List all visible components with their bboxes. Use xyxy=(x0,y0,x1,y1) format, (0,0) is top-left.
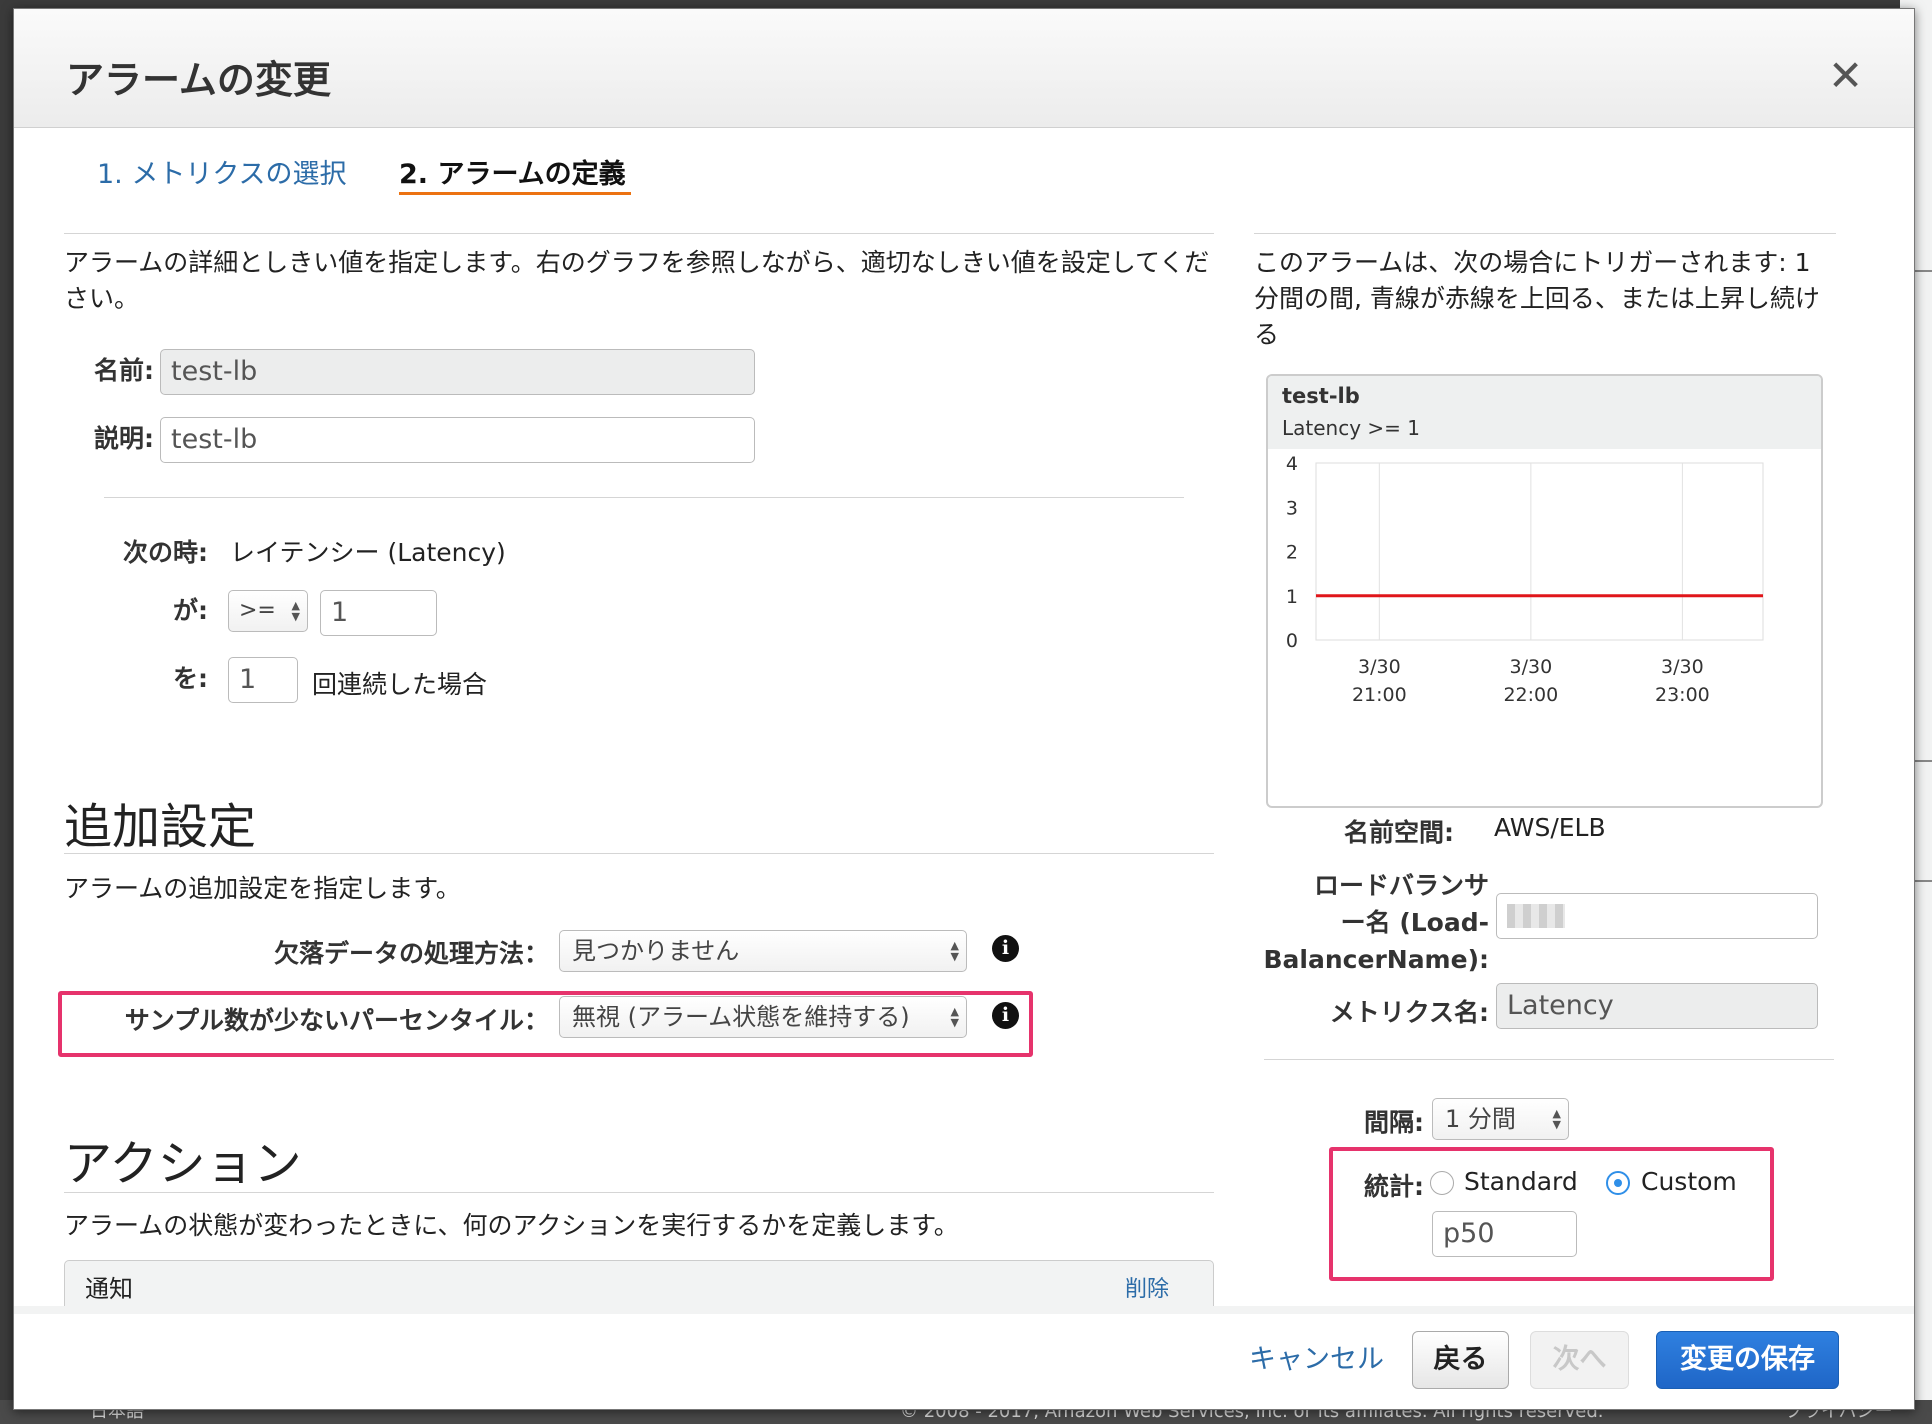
additional-settings-heading: 追加設定 xyxy=(64,799,257,855)
period-label: 間隔: xyxy=(1364,1108,1424,1137)
dialog-title: アラームの変更 xyxy=(66,58,331,102)
notification-panel: 通知 削除 xyxy=(64,1260,1214,1308)
low-sample-percentile-label: サンプル数が少ないパーセンタイル： xyxy=(124,1006,549,1035)
statistic-standard-radio[interactable] xyxy=(1430,1171,1454,1195)
divider xyxy=(64,1192,1214,1193)
select-arrows-icon: ▲ ▼ xyxy=(1552,1107,1561,1131)
metric-name-label: メトリクス名: xyxy=(1329,998,1489,1027)
load-balancer-name-label: ロードバランサ ー名 (Load- BalancerName): xyxy=(1254,867,1490,978)
y-tick-label: 2 xyxy=(1286,542,1298,564)
x-tick-date: 3/30 xyxy=(1510,656,1553,678)
name-field[interactable]: test-lb xyxy=(160,349,755,395)
statistic-standard-label[interactable]: Standard xyxy=(1464,1167,1578,1196)
redacted-value xyxy=(1507,904,1565,928)
chart-header: test-lb Latency >= 1 xyxy=(1268,376,1821,449)
next-button[interactable]: 次へ xyxy=(1530,1331,1629,1389)
period-value: 1 分間 xyxy=(1445,1105,1516,1133)
low-sample-percentile-value: 無視 (アラーム状態を維持する) xyxy=(572,1003,910,1031)
back-button[interactable]: 戻る xyxy=(1412,1331,1509,1389)
select-arrows-icon: ▲ ▼ xyxy=(950,939,959,963)
close-icon[interactable]: ✕ xyxy=(1828,51,1863,100)
comparison-operator-select[interactable]: >= ▲ ▼ xyxy=(228,590,308,632)
actions-description: アラームの状態が変わったときに、何のアクションを実行するかを定義します。 xyxy=(64,1211,959,1240)
divider xyxy=(64,233,1214,234)
notification-label: 通知 xyxy=(85,1275,133,1303)
y-tick-label: 1 xyxy=(1286,586,1298,608)
delete-notification-link[interactable]: 削除 xyxy=(1125,1271,1169,1303)
chart-frame xyxy=(1315,462,1764,641)
intro-text: アラームの詳細としきい値を指定します。右のグラフを参照しながら、適切なしきい値を… xyxy=(64,248,1210,313)
select-arrows-icon: ▲ ▼ xyxy=(950,1005,959,1029)
save-changes-button[interactable]: 変更の保存 xyxy=(1656,1331,1839,1389)
cancel-link[interactable]: キャンセル xyxy=(1249,1337,1384,1376)
statistic-label: 統計: xyxy=(1364,1172,1424,1201)
missing-data-select[interactable]: 見つかりません ▲ ▼ xyxy=(559,930,967,972)
divider xyxy=(1264,1059,1834,1060)
load-balancer-label-line3: BalancerName): xyxy=(1263,945,1490,974)
load-balancer-name-field[interactable] xyxy=(1496,893,1818,939)
divider xyxy=(1254,233,1836,234)
divider xyxy=(104,497,1184,498)
description-label: 説明: xyxy=(94,424,154,453)
x-tick-time: 23:00 xyxy=(1655,684,1710,706)
evaluation-periods-input[interactable]: 1 xyxy=(228,657,298,703)
x-tick-time: 21:00 xyxy=(1352,684,1407,706)
y-tick-label: 3 xyxy=(1286,497,1298,519)
edit-alarm-dialog: アラームの変更 ✕ 1. メトリクスの選択 2. アラームの定義 アラームの詳細… xyxy=(13,8,1915,1410)
metric-name-text: レイテンシー (Latency) xyxy=(230,538,506,567)
alarm-chart: test-lb Latency >= 1 4 3 2 1 0 3/30 21:00 3/30 2… xyxy=(1266,374,1823,808)
custom-statistic-input[interactable]: p50 xyxy=(1432,1211,1577,1257)
chart-subtitle: Latency >= 1 xyxy=(1282,416,1421,440)
comparison-operator-value: >= xyxy=(239,598,276,623)
footer-separator xyxy=(14,1306,1914,1314)
x-tick-date: 3/30 xyxy=(1661,656,1704,678)
dialog-header: アラームの変更 ✕ xyxy=(14,9,1914,128)
tab-select-metric[interactable]: 1. メトリクスの選択 xyxy=(97,152,347,191)
load-balancer-label-line1: ロードバランサ xyxy=(1313,871,1489,900)
chart-plot: 4 3 2 1 0 3/30 21:00 3/30 22:00 3/30 23:00 xyxy=(1286,453,1764,706)
divider xyxy=(64,853,1214,854)
namespace-label: 名前空間: xyxy=(1344,818,1454,847)
missing-data-label: 欠落データの処理方法： xyxy=(273,939,549,968)
select-arrows-icon: ▲ ▼ xyxy=(291,599,300,623)
x-tick-time: 22:00 xyxy=(1503,684,1558,706)
statistic-custom-radio[interactable] xyxy=(1606,1171,1630,1195)
trigger-description: このアラームは、次の場合にトリガーされます: 1 分間の間, 青線が赤線を上回る… xyxy=(1254,248,1820,349)
when-label: 次の時: xyxy=(123,538,208,567)
x-tick-date: 3/30 xyxy=(1358,656,1401,678)
y-tick-label: 0 xyxy=(1286,630,1298,652)
actions-heading: アクション xyxy=(64,1136,302,1192)
y-tick-label: 4 xyxy=(1286,453,1298,475)
periods-suffix-text: 回連続した場合 xyxy=(312,670,488,699)
tab-define-alarm[interactable]: 2. アラームの定義 xyxy=(399,152,626,191)
statistic-custom-label[interactable]: Custom xyxy=(1641,1167,1737,1196)
chart-title: test-lb xyxy=(1282,384,1360,408)
low-sample-percentile-select[interactable]: 無視 (アラーム状態を維持する) ▲ ▼ xyxy=(559,996,967,1038)
info-icon[interactable]: i xyxy=(992,935,1019,962)
is-label: が: xyxy=(173,596,208,625)
threshold-input[interactable]: 1 xyxy=(320,590,437,636)
name-label: 名前: xyxy=(94,356,154,385)
metric-name-field[interactable]: Latency xyxy=(1496,983,1818,1029)
active-tab-underline xyxy=(399,192,631,195)
missing-data-value: 見つかりません xyxy=(572,937,740,965)
period-select[interactable]: 1 分間 ▲ ▼ xyxy=(1432,1098,1569,1140)
description-field[interactable]: test-lb xyxy=(160,417,755,463)
for-label: を: xyxy=(173,664,208,693)
load-balancer-label-line2: ー名 (Load- xyxy=(1340,908,1489,937)
additional-settings-description: アラームの追加設定を指定します。 xyxy=(64,874,461,903)
namespace-value: AWS/ELB xyxy=(1494,813,1606,842)
info-icon[interactable]: i xyxy=(992,1002,1019,1029)
